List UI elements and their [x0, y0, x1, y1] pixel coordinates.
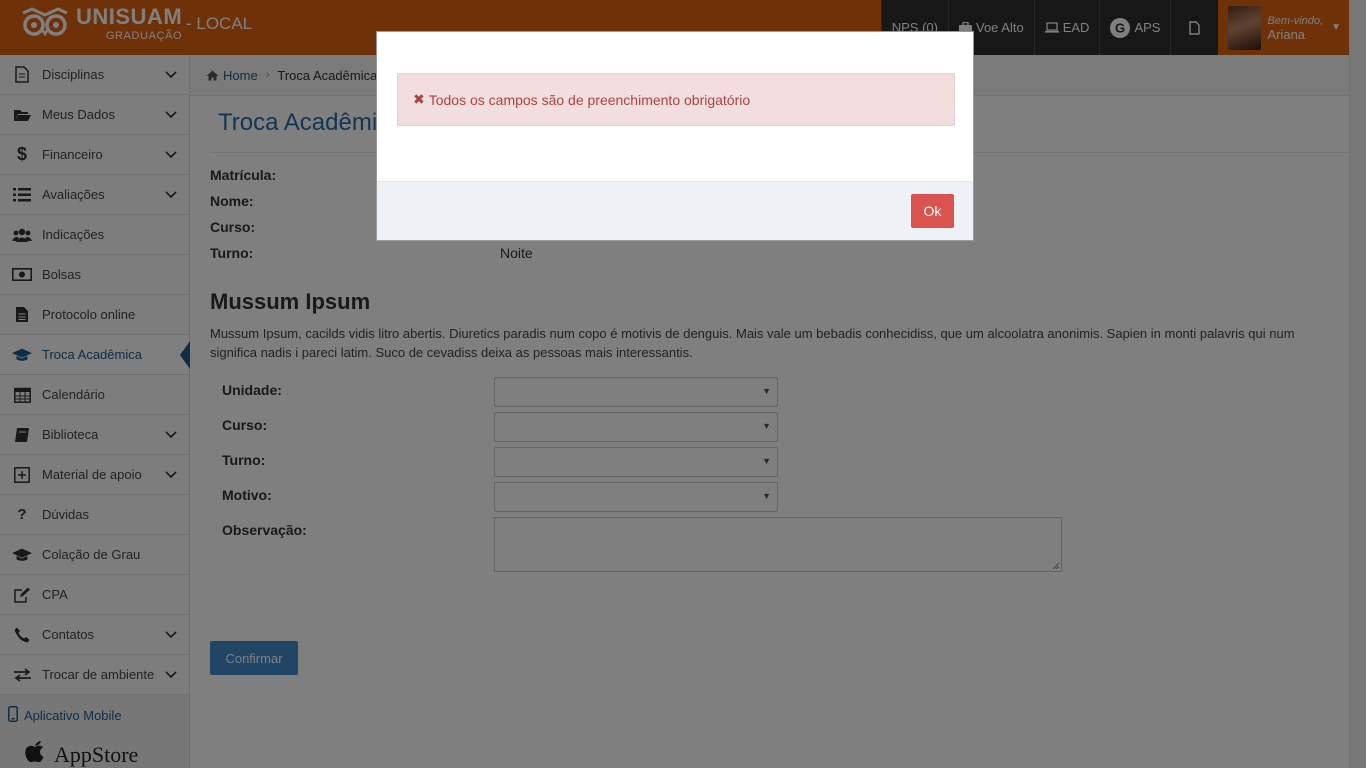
ok-button[interactable]: Ok — [911, 194, 954, 228]
modal-footer: Ok — [377, 181, 973, 240]
close-x-icon: ✖ — [413, 91, 425, 107]
error-alert: ✖ Todos os campos são de preenchimento o… — [397, 73, 955, 126]
error-message: Todos os campos são de preenchimento obr… — [428, 91, 751, 108]
alert-modal: ✖ Todos os campos são de preenchimento o… — [376, 31, 974, 241]
